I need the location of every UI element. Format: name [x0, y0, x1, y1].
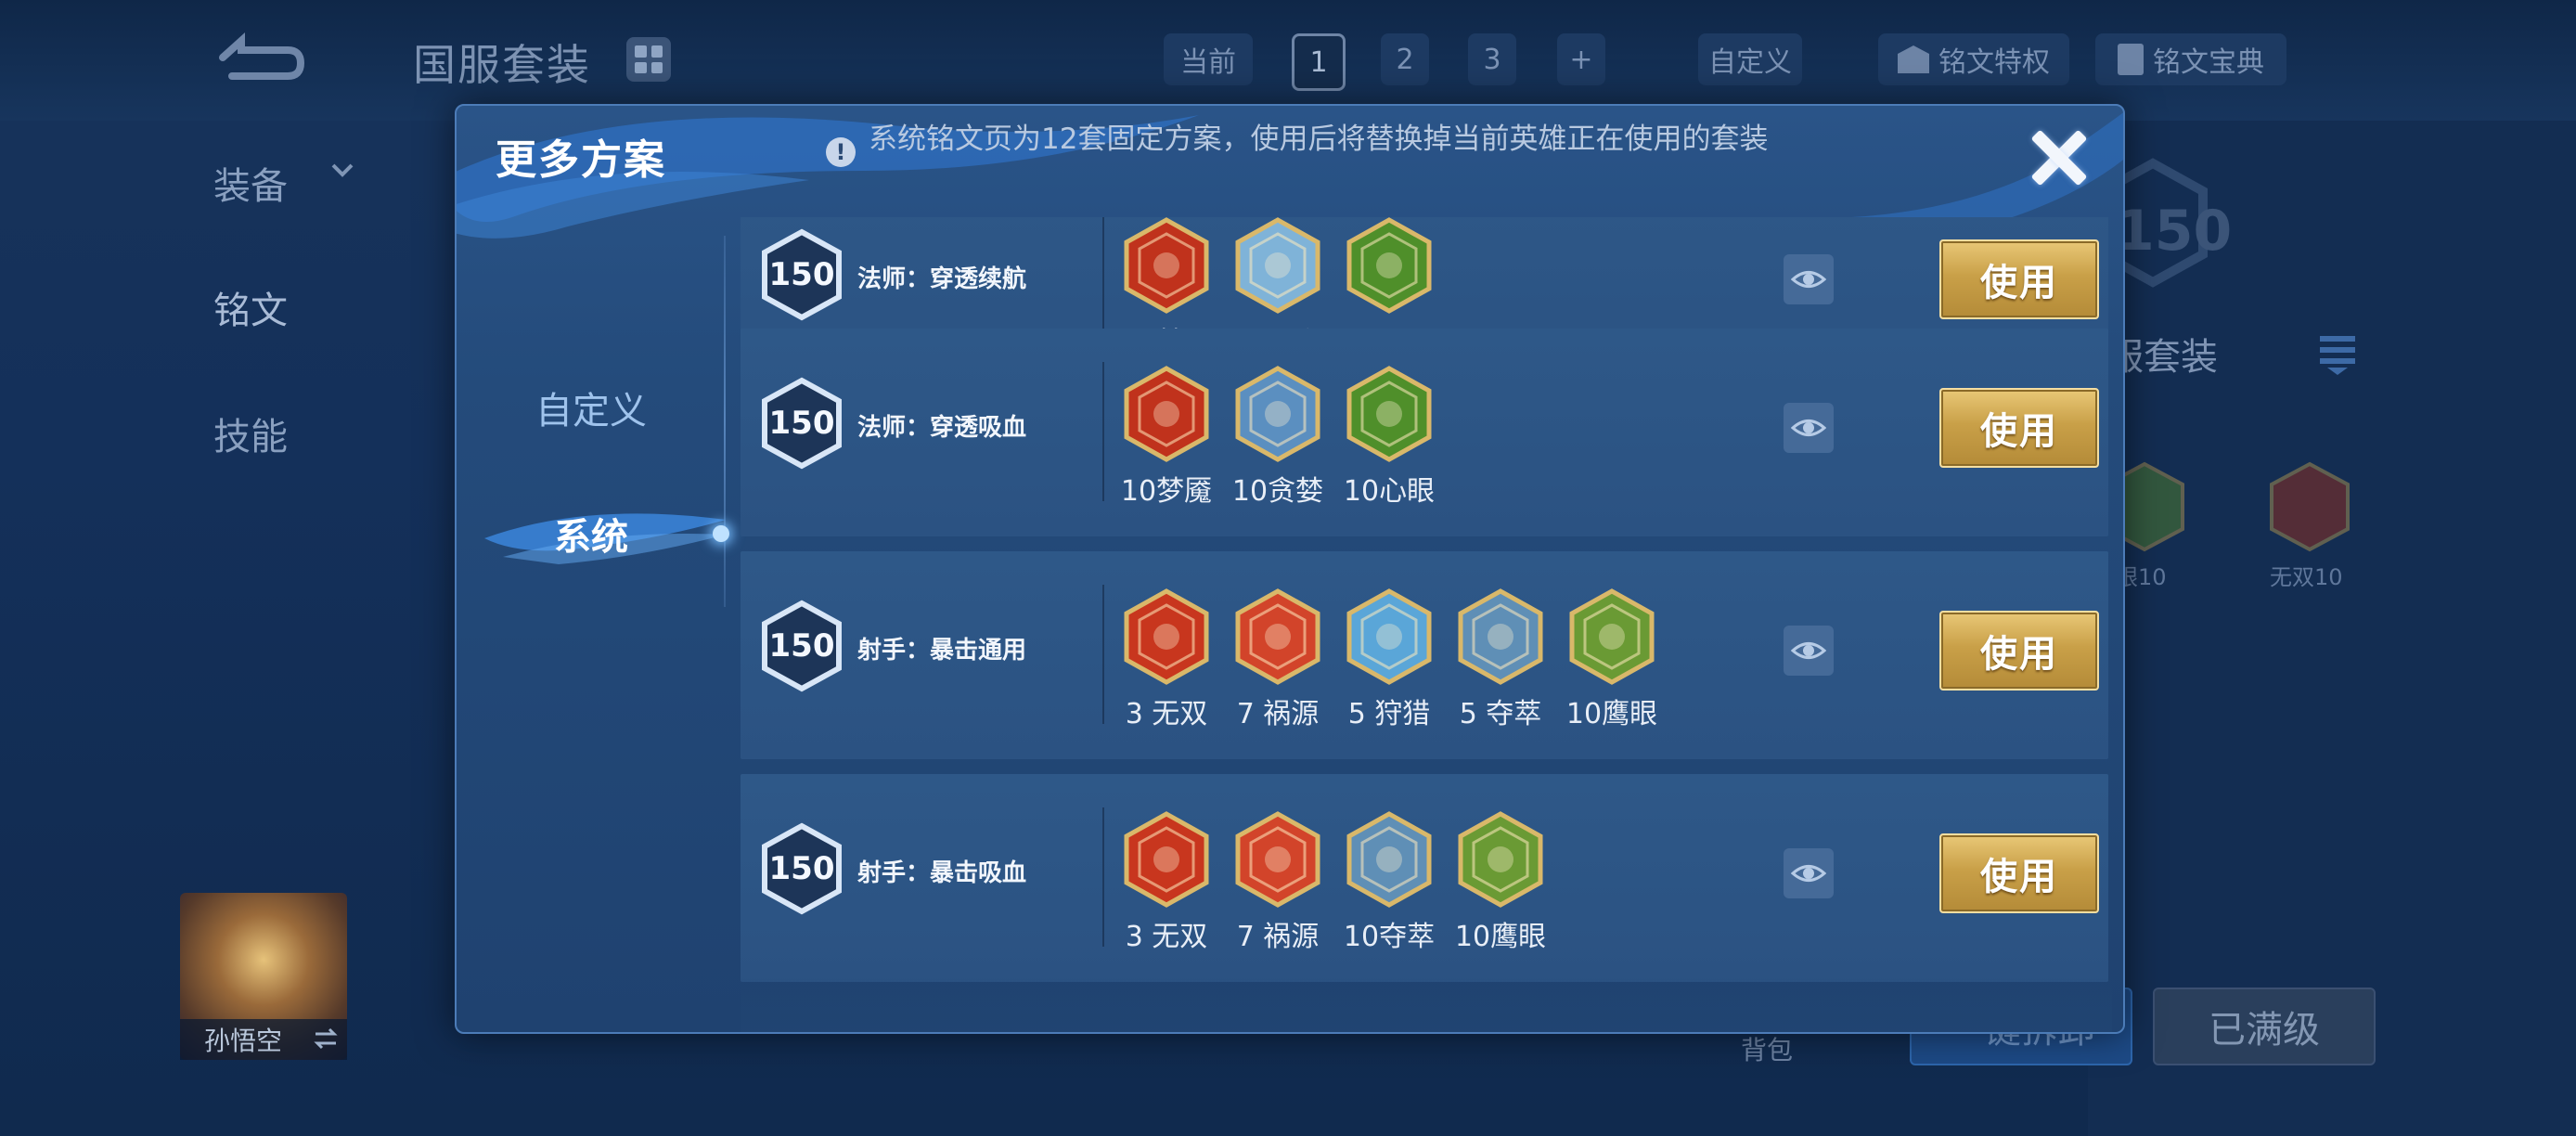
use-button[interactable]: 使用 [1939, 833, 2099, 913]
level-value: 150 [768, 256, 835, 293]
gem-label: 无双10 [2270, 564, 2343, 590]
tab-custom[interactable]: 自定义 [457, 381, 726, 434]
list-fade [741, 976, 2112, 1032]
tab-system[interactable]: 系统 [457, 507, 726, 561]
leaf-gem-icon [1346, 217, 1432, 314]
gem-label: 10夺萃 [1343, 921, 1436, 953]
preview-eye-button[interactable] [1784, 403, 1834, 453]
page-title: 国服套装 [413, 40, 591, 90]
tab-current[interactable]: 当前 [1164, 33, 1253, 85]
tab-custom-page[interactable]: 自定义 [1698, 33, 1802, 85]
level-value: 150 [768, 850, 835, 887]
plan-sidebar: 自定义 系统 [457, 217, 735, 1032]
flame-gem-icon [1124, 366, 1209, 462]
back-arrow-icon[interactable] [204, 30, 306, 85]
gem-label: 7 祸源 [1236, 921, 1320, 953]
bag-label[interactable]: 背包 [1741, 1030, 1793, 1067]
book-icon [2118, 44, 2144, 75]
plan-list[interactable]: 150法师：穿透续航10梦魇10调和10心眼使用150法师：穿透吸血10梦魇10… [741, 217, 2112, 1032]
swap-icon[interactable] [312, 1025, 340, 1052]
knot-gem-icon [1346, 811, 1432, 908]
row-divider [1102, 585, 1104, 724]
plan-name: 射手：暴击吸血 [857, 859, 1027, 887]
gem-label: 10鹰眼 [1454, 921, 1547, 953]
card-gem-icon [1235, 811, 1320, 908]
tab-page-3[interactable]: 3 [1468, 33, 1516, 85]
clover-gem-icon [1569, 588, 1655, 685]
eye-icon [1791, 642, 1826, 659]
leaf-gem-icon [1346, 366, 1432, 462]
invincible-gem-icon [2270, 461, 2350, 552]
plan-row: 150 射手：暴击吸血 3 无双 7 祸源 10夺萃 10鹰眼 使用 [741, 774, 2108, 982]
star-gem-icon [1235, 366, 1320, 462]
preview-eye-button[interactable] [1784, 254, 1834, 304]
eye-icon [1791, 865, 1826, 882]
gem-label: 5 夺萃 [1459, 698, 1542, 730]
bolt-gem-icon [1346, 588, 1432, 685]
rose-gem-icon [1124, 588, 1209, 685]
inscription-guide-link[interactable]: 铭文宝典 [2095, 33, 2286, 85]
eye-icon [1791, 271, 1826, 288]
plan-row: 150 法师：穿透吸血 10梦魇 10贪婪 10心眼 使用 [741, 329, 2108, 536]
close-button[interactable] [2025, 124, 2092, 191]
preview-eye-button[interactable] [1784, 848, 1834, 898]
gem-label: 10梦魇 [1120, 475, 1213, 508]
grid-icon[interactable] [626, 37, 671, 82]
dialog-title: 更多方案 [496, 136, 666, 184]
privilege-icon [1898, 45, 1929, 73]
flame-gem-icon [1124, 217, 1209, 314]
clover-gem-icon [1458, 811, 1543, 908]
drop-gem-icon [1235, 217, 1320, 314]
eye-icon [1791, 420, 1826, 436]
privilege-label: 铭文特权 [1938, 46, 2050, 79]
gem-label: 10鹰眼 [1565, 698, 1658, 730]
info-icon: ! [826, 137, 856, 167]
add-page-button[interactable]: + [1557, 33, 1605, 85]
inscription-privilege-link[interactable]: 铭文特权 [1878, 33, 2069, 85]
preview-eye-button[interactable] [1784, 626, 1834, 676]
guide-label: 铭文宝典 [2153, 46, 2264, 79]
plan-name: 法师：穿透续航 [857, 265, 1027, 293]
gem-label: 10贪婪 [1231, 475, 1324, 508]
suit-level: 150 [2116, 199, 2233, 264]
tab-page-1[interactable]: 1 [1292, 33, 1346, 91]
chevron-down-icon [331, 163, 354, 177]
gem-label: 5 狩猎 [1347, 698, 1431, 730]
info-text: 系统铭文页为12套固定方案，使用后将替换掉当前英雄正在使用的套装 [869, 123, 1769, 156]
use-button[interactable]: 使用 [1939, 611, 2099, 691]
gem-label: 3 无双 [1125, 921, 1208, 953]
selected-tab-indicator [713, 525, 729, 542]
gem-label: 3 无双 [1125, 698, 1208, 730]
level-value: 150 [768, 405, 835, 442]
plan-name: 法师：穿透吸血 [857, 414, 1027, 442]
tab-page-2[interactable]: 2 [1381, 33, 1429, 85]
level-value: 150 [768, 627, 835, 665]
card-gem-icon [1235, 588, 1320, 685]
row-divider [1102, 362, 1104, 501]
maxed-button[interactable]: 已满级 [2153, 988, 2376, 1065]
side-item-skill[interactable]: 技能 [213, 407, 288, 460]
row-divider [1102, 807, 1104, 947]
side-item-inscription[interactable]: 铭文 [213, 280, 288, 334]
gem-label: 10心眼 [1343, 475, 1436, 508]
list-icon[interactable] [2316, 330, 2359, 377]
knot-gem-icon [1458, 588, 1543, 685]
plan-name: 射手：暴击通用 [857, 637, 1027, 665]
rose-gem-icon [1124, 811, 1209, 908]
dialog-header: 更多方案 ! 系统铭文页为12套固定方案，使用后将替换掉当前英雄正在使用的套装 [457, 106, 2123, 240]
plan-row: 150 射手：暴击通用 3 无双 7 祸源 5 狩猎 5 夺萃 10鹰眼 使用 [741, 551, 2108, 759]
side-item-equipment[interactable]: 装备 [213, 156, 288, 210]
use-button[interactable]: 使用 [1939, 388, 2099, 468]
more-plans-dialog: 更多方案 ! 系统铭文页为12套固定方案，使用后将替换掉当前英雄正在使用的套装 … [455, 104, 2125, 1034]
gem-label: 7 祸源 [1236, 698, 1320, 730]
use-button[interactable]: 使用 [1939, 239, 2099, 319]
